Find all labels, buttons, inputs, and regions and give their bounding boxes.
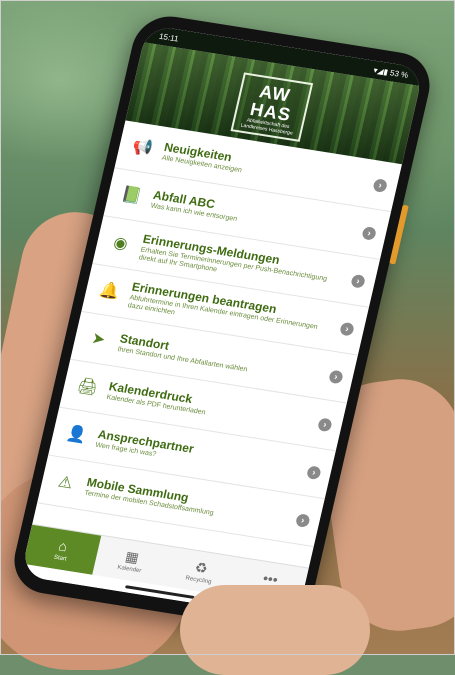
bell-icon: 🔔	[97, 281, 122, 302]
person-icon: 👤	[64, 425, 89, 445]
awhas-logo: AW HAS Abfallwirtschaft des Landkreises …	[230, 72, 314, 142]
chevron-right-icon[interactable]: ›	[328, 369, 344, 384]
status-time: 15:11	[158, 31, 180, 44]
chevron-right-icon[interactable]: ›	[361, 225, 378, 241]
chevron-right-icon[interactable]: ›	[317, 417, 333, 432]
status-right: ▾◢▮ 53 %	[373, 65, 410, 79]
battery-level: 53 %	[389, 67, 410, 80]
chevron-right-icon[interactable]: ›	[295, 512, 311, 528]
printer-icon: 🖨	[75, 377, 100, 398]
chevron-right-icon[interactable]: ›	[372, 177, 389, 193]
megaphone-icon: 📢	[130, 138, 155, 158]
home-icon: ⌂	[57, 537, 70, 555]
right-thumb	[180, 585, 370, 675]
chevron-right-icon[interactable]: ›	[350, 273, 367, 289]
rss-icon: ◉	[111, 234, 130, 254]
signal-icon: ▾◢▮	[372, 65, 390, 77]
tab-label: Recycling	[184, 575, 212, 586]
calendar-icon: ▦	[123, 547, 141, 566]
location-arrow-icon: ➤	[89, 330, 107, 349]
book-icon: 📗	[119, 185, 144, 206]
chevron-right-icon[interactable]: ›	[306, 464, 322, 480]
warning-icon: ⚠	[56, 473, 75, 493]
recycle-icon: ♻	[193, 558, 210, 577]
tab-label: Kalender	[116, 564, 142, 575]
tab-label: Start	[53, 554, 68, 563]
chevron-right-icon[interactable]: ›	[339, 321, 356, 337]
